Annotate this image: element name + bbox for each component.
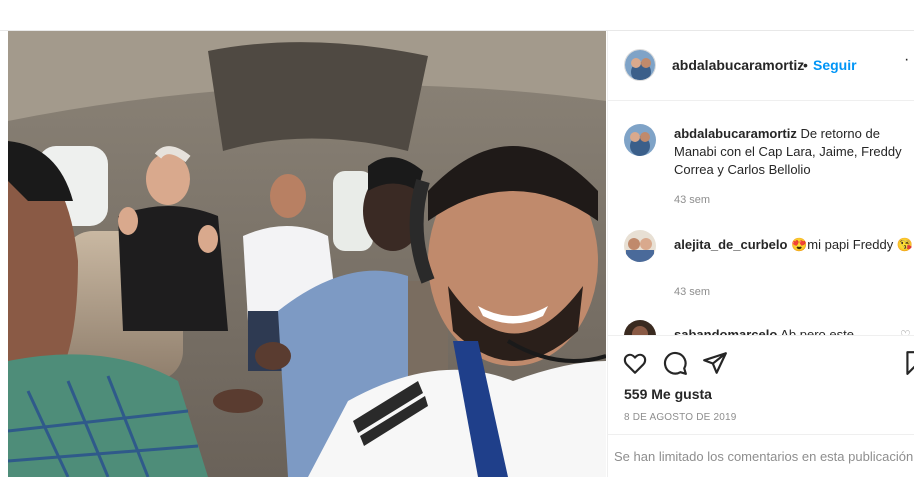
commenter-avatar[interactable]	[624, 320, 656, 335]
bookmark-icon[interactable]	[902, 350, 914, 376]
browser-top-strip	[0, 0, 914, 30]
post-sidebar: abdalabucaramortiz • Seguir · abdalabuca…	[607, 31, 914, 477]
selfie-photo-image	[8, 31, 606, 477]
send-icon[interactable]	[702, 350, 728, 376]
comments-limited-bar: Se han limitado los comentarios en esta …	[608, 434, 914, 477]
comment-username[interactable]: alejita_de_curbelo	[674, 237, 787, 252]
post-date[interactable]: 8 DE AGOSTO DE 2019	[624, 412, 737, 423]
separator-dot: •	[803, 57, 808, 73]
post-header: abdalabucaramortiz • Seguir ·	[608, 31, 914, 101]
caption-text: abdalabucaramortiz De retorno de Manabi …	[674, 125, 914, 179]
comments-list[interactable]: abdalabucaramortiz De retorno de Manabi …	[608, 102, 914, 335]
comment-body: Ab pero este	[780, 327, 854, 335]
post-actions: 559 Me gusta 8 DE AGOSTO DE 2019 Se han …	[608, 335, 914, 477]
caption-time[interactable]: 43 sem	[674, 194, 710, 206]
post-photo[interactable]	[8, 31, 606, 477]
comment-icon[interactable]	[662, 350, 688, 376]
comment-text: alejita_de_curbelo 😍mi papi Freddy 😘	[674, 236, 914, 254]
commenter-avatar[interactable]	[624, 230, 656, 262]
comments-limited-text: Se han limitado los comentarios en esta …	[614, 449, 914, 464]
likes-count[interactable]: 559 Me gusta	[624, 386, 712, 402]
comment-username[interactable]: sabandomarcelo	[674, 327, 777, 335]
more-options-icon[interactable]: ·	[904, 51, 910, 69]
caption-avatar[interactable]	[624, 124, 656, 156]
comment-like-icon[interactable]: ♡	[900, 328, 911, 335]
heart-eyes-emoji: 😍	[791, 237, 808, 252]
author-username[interactable]: abdalabucaramortiz	[672, 57, 804, 73]
comment-text: sabandomarcelo Ab pero este	[674, 326, 914, 335]
heart-outline-icon[interactable]	[622, 350, 648, 376]
follow-button[interactable]: Seguir	[813, 57, 857, 73]
comment-body: mi papi Freddy	[807, 237, 894, 252]
author-avatar[interactable]	[624, 49, 656, 81]
comment-time[interactable]: 43 sem	[674, 286, 710, 298]
caption-username[interactable]: abdalabucaramortiz	[674, 126, 797, 141]
comment-like-icon[interactable]: ♡	[900, 238, 911, 252]
